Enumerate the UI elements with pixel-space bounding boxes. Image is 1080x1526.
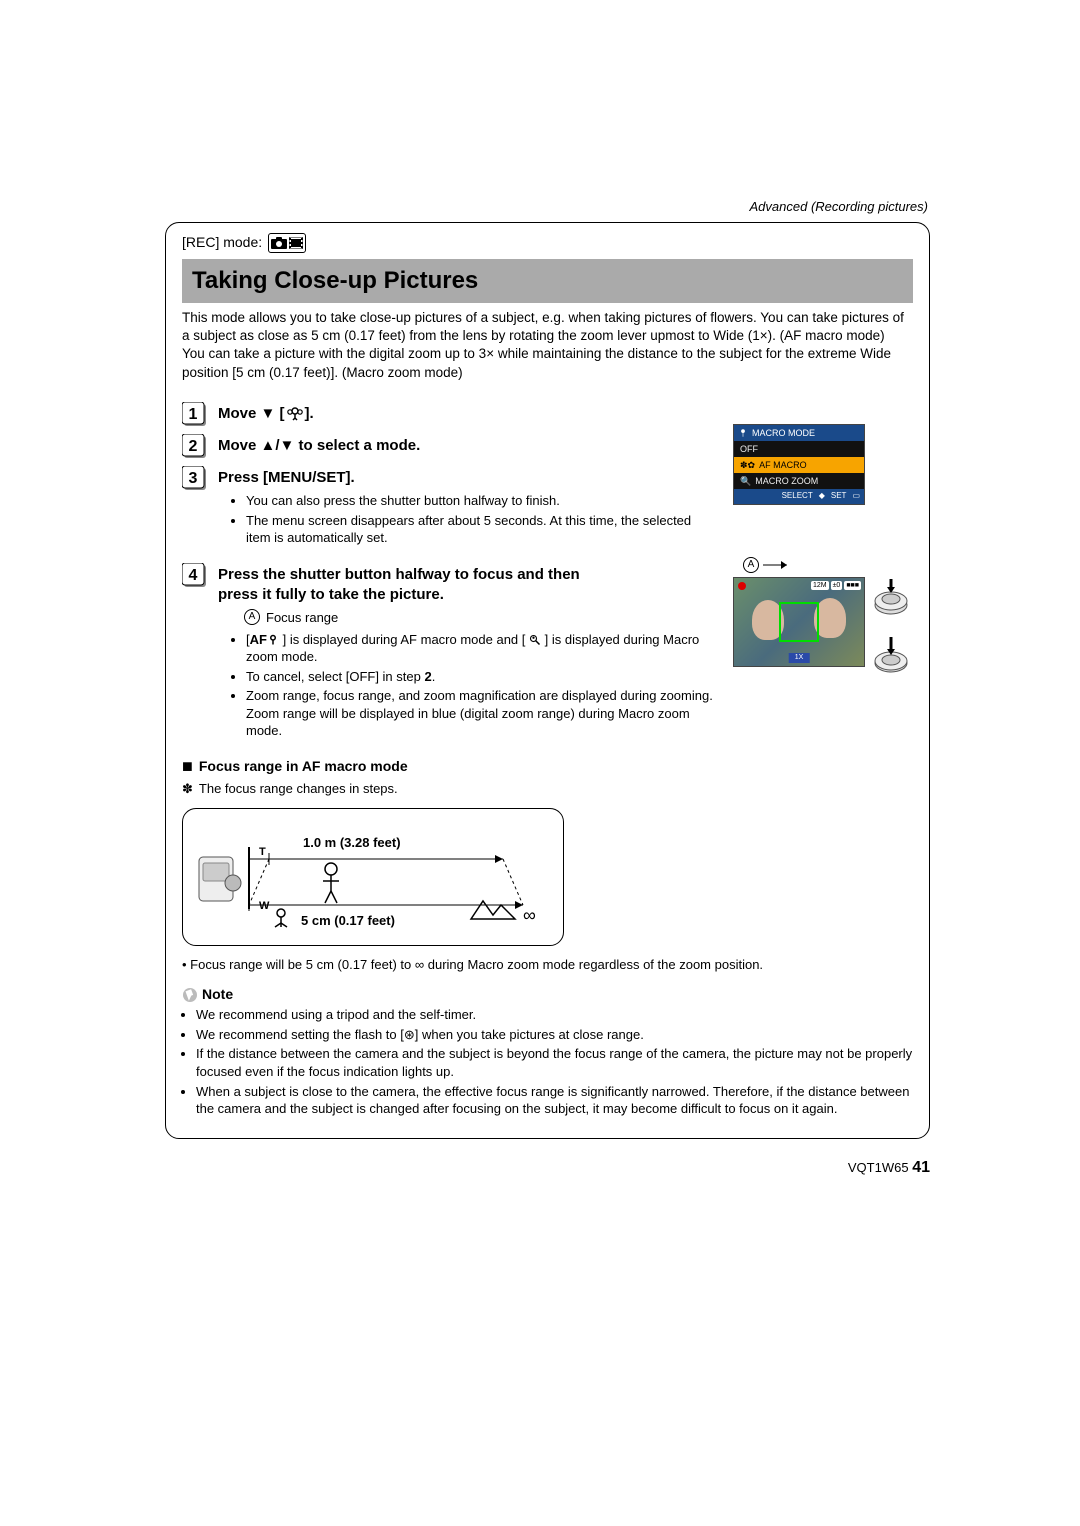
manual-page: Advanced (Recording pictures) [REC] mode… — [0, 0, 1080, 1526]
page-footer: VQT1W65 41 — [165, 1157, 930, 1179]
shutter-dial-full — [871, 635, 911, 675]
step1-pre: Move ▼ [ — [218, 404, 285, 424]
step-4: 4 Press the shutter button halfway to fo… — [182, 563, 719, 742]
svg-text:3: 3 — [189, 470, 198, 487]
hud-px: 12M — [811, 581, 829, 590]
diagram-w: W — [259, 900, 270, 912]
step4-bullet: [AF ] is displayed during AF macro mode … — [246, 631, 719, 666]
step3-head: Press [MENU/SET]. — [218, 466, 719, 488]
step2-head: Move ▲/▼ to select a mode. — [218, 434, 420, 456]
note-item: We recommend setting the flash to [⊛] wh… — [196, 1026, 913, 1044]
film-icon — [289, 237, 303, 249]
step-number-4: 4 — [182, 563, 208, 589]
step-3: 3 Press [MENU/SET]. You can also press t… — [182, 466, 719, 549]
hud-battery: ■■■ — [844, 581, 861, 590]
rec-dot-icon — [738, 582, 746, 590]
menu-row-label: AF MACRO — [759, 459, 807, 471]
diagram-upper: 1.0 m (3.28 feet) — [303, 835, 401, 850]
step3-bullets: You can also press the shutter button ha… — [218, 492, 719, 547]
step-1: 1 Move ▼ [ ]. — [182, 402, 719, 428]
infinity-icon: ∞ — [523, 905, 536, 925]
menu-row-label: MACRO ZOOM — [755, 475, 818, 487]
camera-icon — [271, 237, 287, 249]
flower-icon — [267, 634, 279, 646]
step3-bullet: You can also press the shutter button ha… — [246, 492, 719, 510]
step4-text: ] is displayed during AF macro mode and … — [283, 632, 526, 647]
step3-bullet: The menu screen disappears after about 5… — [246, 512, 719, 547]
note-label: Note — [202, 985, 233, 1004]
notes-list: We recommend using a tripod and the self… — [182, 1006, 913, 1117]
menu-row-macrozoom: 🔍MACRO ZOOM — [734, 473, 864, 489]
preview-photo: 12M ±0 ■■■ 1X — [733, 577, 865, 667]
menu-screenshot: MACRO MODE OFF ✽✿AF MACRO 🔍MACRO ZOOM SE… — [733, 424, 865, 505]
diagram-t: T — [259, 846, 266, 858]
content-frame: [REC] mode: Taking Close-up Pictures Thi… — [165, 222, 930, 1139]
note-item: When a subject is close to the camera, t… — [196, 1083, 913, 1118]
intro-text: This mode allows you to take close-up pi… — [182, 309, 913, 382]
rec-label: [REC] mode: — [182, 233, 262, 252]
menu-row-afmacro: ✽✿AF MACRO — [734, 457, 864, 473]
diagram-lower: 5 cm (0.17 feet) — [301, 913, 395, 928]
focus-note: ✽ The focus range changes in steps. — [182, 780, 913, 798]
page-number: 41 — [912, 1159, 930, 1176]
menu-title: MACRO MODE — [752, 427, 815, 439]
page-title: Taking Close-up Pictures — [182, 259, 913, 303]
step4-head: Press the shutter button halfway to focu… — [218, 563, 588, 606]
step-2: 2 Move ▲/▼ to select a mode. — [182, 434, 719, 460]
flower-icon — [738, 428, 748, 438]
menu-select: SELECT — [782, 491, 813, 502]
callout-line — [763, 558, 793, 572]
rec-mode-row: [REC] mode: — [182, 233, 913, 253]
step-number-2: 2 — [182, 434, 208, 460]
doc-code: VQT1W65 — [848, 1160, 909, 1175]
note-item: We recommend using a tripod and the self… — [196, 1006, 913, 1024]
note-heading: Note — [182, 985, 913, 1004]
footnote-text: The focus range changes in steps. — [199, 780, 398, 798]
step4-bullet: Zoom range, focus range, and zoom magnif… — [246, 687, 719, 740]
af-box-icon — [779, 602, 819, 642]
focus-range-diagram: T 1.0 m (3.28 feet) W — [182, 808, 564, 946]
zoom-indicator: 1X — [789, 653, 810, 662]
footnote-symbol: ✽ — [182, 780, 193, 798]
svg-text:2: 2 — [189, 438, 198, 455]
step4-bullet: To cancel, select [OFF] in step 2. — [246, 668, 719, 686]
step-number-1: 1 — [182, 402, 208, 428]
shutter-dial-half — [871, 577, 911, 617]
note-icon — [182, 987, 198, 1003]
step-number-3: 3 — [182, 466, 208, 492]
section-header: Advanced (Recording pictures) — [165, 198, 930, 216]
svg-text:4: 4 — [189, 567, 198, 584]
note-item: If the distance between the camera and t… — [196, 1045, 913, 1080]
hud-quality: ±0 — [831, 581, 843, 590]
rec-mode-icons — [268, 233, 306, 253]
focus-range-text: Focus range in AF macro mode — [199, 757, 408, 776]
svg-text:1: 1 — [189, 406, 198, 423]
focus-range-label: Focus range — [266, 609, 338, 627]
menu-set: SET — [831, 491, 847, 502]
focus-range-heading: ■ Focus range in AF macro mode — [182, 754, 913, 778]
callout-a-marker: A — [244, 609, 260, 625]
flower-icon — [287, 406, 303, 422]
step4-bullets: [AF ] is displayed during AF macro mode … — [218, 631, 719, 740]
callout-a: A — [743, 557, 913, 573]
menu-row-label: OFF — [740, 443, 758, 455]
callout-a-letter: A — [743, 557, 759, 573]
menu-row-off: OFF — [734, 441, 864, 457]
zoom-flower-icon — [529, 634, 541, 646]
step1-post: ]. — [305, 404, 314, 424]
post-diagram-note: • Focus range will be 5 cm (0.17 feet) t… — [182, 956, 913, 974]
